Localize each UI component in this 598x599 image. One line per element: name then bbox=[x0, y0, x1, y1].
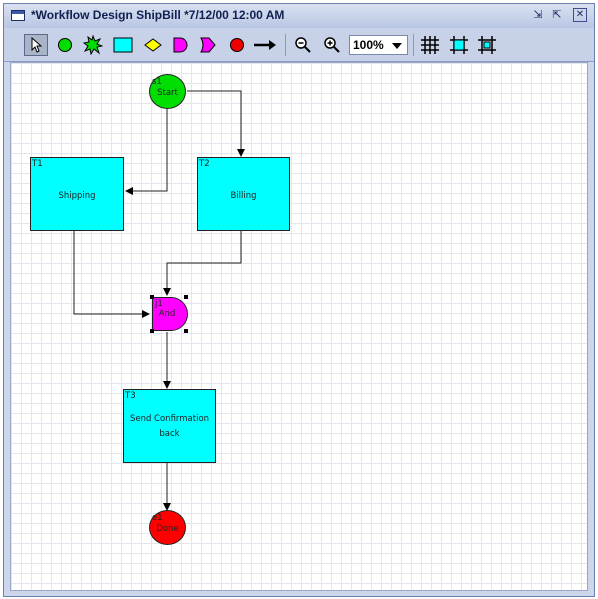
yellow-diamond-icon bbox=[144, 38, 162, 52]
show-grid-button[interactable] bbox=[418, 34, 442, 56]
green-star-icon bbox=[83, 35, 103, 55]
toolbar-separator bbox=[413, 34, 414, 56]
done-node[interactable]: e1 Done bbox=[149, 510, 186, 545]
node-label-line2: back bbox=[159, 429, 180, 439]
workflow-canvas[interactable]: s1 Start T1 Shipping T2 Billing j1 And T… bbox=[10, 62, 588, 591]
zoom-level-value: 100% bbox=[353, 38, 384, 52]
select-tool-button[interactable] bbox=[24, 34, 48, 56]
minimize-icon[interactable]: ⇲ bbox=[531, 8, 545, 22]
node-id: e1 bbox=[152, 513, 163, 523]
node-id: T2 bbox=[199, 159, 210, 169]
title-bar[interactable]: *Workflow Design ShipBill *7/12/00 12:00… bbox=[4, 4, 594, 29]
selection-handle[interactable] bbox=[150, 329, 154, 333]
decision-node-tool-button[interactable] bbox=[141, 34, 165, 56]
and-node[interactable]: j1 And bbox=[152, 297, 188, 331]
window-title: *Workflow Design ShipBill *7/12/00 12:00… bbox=[31, 8, 285, 22]
document-icon bbox=[11, 10, 25, 21]
start-node-tool-button[interactable] bbox=[53, 34, 77, 56]
star-node-tool-button[interactable] bbox=[81, 34, 105, 56]
node-label: Start bbox=[157, 88, 178, 98]
task-node-billing[interactable]: T2 Billing bbox=[197, 157, 290, 231]
and-node-tool-button[interactable] bbox=[168, 34, 192, 56]
grid-icon bbox=[421, 36, 439, 54]
red-circle-icon bbox=[230, 38, 244, 52]
arrow-pointer-icon bbox=[31, 37, 43, 53]
align-to-grid-button[interactable] bbox=[475, 34, 499, 56]
zoom-in-button[interactable] bbox=[320, 34, 344, 56]
zoom-out-button[interactable] bbox=[291, 34, 315, 56]
zoom-in-icon bbox=[324, 37, 340, 53]
node-id: j1 bbox=[155, 299, 163, 309]
workflow-window: *Workflow Design ShipBill *7/12/00 12:00… bbox=[3, 3, 595, 597]
end-node-tool-button[interactable] bbox=[225, 34, 249, 56]
close-icon[interactable]: ✕ bbox=[573, 8, 587, 22]
connector-layer bbox=[73, 90, 245, 511]
snap-to-grid-button[interactable] bbox=[447, 34, 471, 56]
node-id: T1 bbox=[32, 159, 43, 169]
zoom-out-icon bbox=[295, 37, 311, 53]
grid-align-icon bbox=[478, 36, 496, 54]
edge-start-to-shipping[interactable] bbox=[125, 109, 168, 195]
edge-start-to-billing[interactable] bbox=[187, 90, 245, 157]
selection-handle[interactable] bbox=[150, 295, 154, 299]
selection-handle[interactable] bbox=[184, 295, 188, 299]
node-label: And bbox=[158, 309, 176, 319]
grid-snap-icon bbox=[450, 36, 468, 54]
zoom-level-select[interactable]: 100% bbox=[349, 35, 408, 55]
task-node-tool-button[interactable] bbox=[111, 34, 135, 56]
start-node[interactable]: s1 Start bbox=[149, 74, 186, 109]
node-id: T3 bbox=[125, 391, 136, 401]
toolbar-separator bbox=[285, 34, 286, 56]
node-label: Billing bbox=[230, 191, 257, 201]
edge-shipping-to-and[interactable] bbox=[73, 231, 150, 318]
selection-handle[interactable] bbox=[184, 329, 188, 333]
green-circle-icon bbox=[58, 38, 72, 52]
node-label: Shipping bbox=[58, 191, 96, 201]
arrow-right-icon bbox=[254, 40, 276, 50]
magenta-and-gate-icon bbox=[173, 37, 188, 53]
connector-tool-button[interactable] bbox=[253, 34, 277, 56]
task-node-send-confirmation[interactable]: T3 Send Confirmation back bbox=[123, 389, 216, 463]
toolbar: 100% bbox=[4, 28, 594, 62]
cyan-rectangle-icon bbox=[113, 37, 133, 53]
node-id: s1 bbox=[152, 77, 162, 87]
or-node-tool-button[interactable] bbox=[196, 34, 220, 56]
magenta-or-gate-icon bbox=[200, 37, 216, 53]
edge-billing-to-and[interactable] bbox=[163, 231, 242, 296]
chevron-down-icon bbox=[392, 43, 402, 49]
node-label: Done bbox=[156, 524, 179, 534]
maximize-icon[interactable]: ⇱ bbox=[550, 8, 564, 22]
task-node-shipping[interactable]: T1 Shipping bbox=[30, 157, 124, 231]
node-label-line1: Send Confirmation bbox=[129, 414, 210, 424]
